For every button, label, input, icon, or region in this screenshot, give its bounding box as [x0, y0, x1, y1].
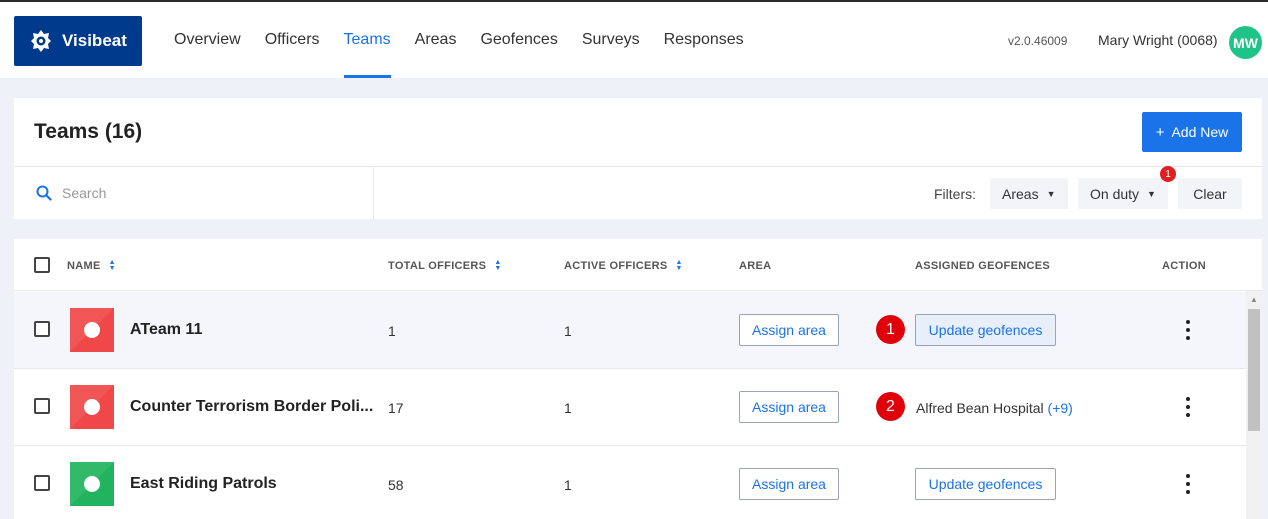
- total-officers: 17: [388, 400, 404, 416]
- on-duty-filter-dropdown[interactable]: On duty ▼: [1078, 178, 1168, 209]
- column-total-header[interactable]: TOTAL OFFICERS ▲ ▼: [388, 259, 502, 272]
- team-name[interactable]: ATeam 11: [130, 321, 202, 339]
- nav-geofences[interactable]: Geofences: [468, 2, 569, 78]
- row-checkbox[interactable]: [34, 398, 50, 414]
- team-marker-icon: [70, 308, 114, 352]
- column-action-header: ACTION: [1162, 260, 1206, 272]
- more-actions-icon[interactable]: [1184, 320, 1192, 340]
- areas-filter-label: Areas: [1002, 185, 1039, 202]
- app-name: Visibeat: [62, 31, 127, 50]
- team-color-icon: [70, 462, 114, 506]
- annotation-marker: 2: [876, 392, 905, 421]
- more-geofences-link[interactable]: (+9): [1048, 400, 1073, 416]
- more-actions-icon[interactable]: [1184, 474, 1192, 494]
- team-name[interactable]: East Riding Patrols: [130, 475, 277, 493]
- search-placeholder: Search: [62, 185, 107, 201]
- on-duty-filter-label: On duty: [1090, 185, 1140, 202]
- search-input[interactable]: Search: [14, 167, 374, 219]
- app-version: v2.0.46009: [1008, 34, 1068, 48]
- update-geofences-button[interactable]: Update geofences: [915, 314, 1056, 346]
- team-name[interactable]: Counter Terrorism Border Poli...: [130, 398, 373, 416]
- nav-surveys[interactable]: Surveys: [570, 2, 652, 78]
- search-icon: [36, 185, 52, 201]
- nav-responses[interactable]: Responses: [652, 2, 756, 78]
- annotation-marker: 1: [876, 315, 905, 344]
- table-row[interactable]: East Riding Patrols 58 1 Assign area Upd…: [14, 446, 1246, 519]
- nav-teams[interactable]: Teams: [332, 2, 403, 78]
- update-geofences-button[interactable]: Update geofences: [915, 468, 1056, 500]
- active-officers: 1: [564, 477, 572, 493]
- areas-filter-dropdown[interactable]: Areas ▼: [990, 178, 1068, 209]
- assigned-geofences: Alfred Bean Hospital (+9): [916, 400, 1073, 416]
- team-color-icon: [70, 385, 114, 429]
- row-checkbox[interactable]: [34, 321, 50, 337]
- police-badge-icon: [31, 30, 51, 52]
- column-active-label: ACTIVE OFFICERS: [564, 260, 668, 272]
- filter-count-badge: 1: [1160, 166, 1176, 182]
- scroll-up-arrow-icon[interactable]: ▲: [1250, 295, 1258, 304]
- geofence-name: Alfred Bean Hospital: [916, 400, 1044, 416]
- table-header: NAME ▲ ▼ TOTAL OFFICERS ▲ ▼ ACTIVE OFFICER…: [14, 239, 1262, 291]
- total-officers: 1: [388, 323, 396, 339]
- table-row[interactable]: ATeam 11 1 1 Assign area 1 Update geofen…: [14, 292, 1246, 369]
- table-row[interactable]: Counter Terrorism Border Poli... 17 1 As…: [14, 369, 1246, 446]
- sort-icon: ▲ ▼: [108, 259, 116, 272]
- caret-down-icon: ▼: [1046, 188, 1056, 199]
- sort-icon: ▲ ▼: [675, 259, 683, 272]
- team-color-icon: [70, 308, 114, 352]
- clear-filters-button[interactable]: Clear: [1178, 178, 1242, 209]
- add-new-button[interactable]: + Add New: [1142, 112, 1242, 152]
- user-name[interactable]: Mary Wright (0068): [1098, 32, 1218, 48]
- more-actions-icon[interactable]: [1184, 397, 1192, 417]
- row-checkbox[interactable]: [34, 475, 50, 491]
- scrollbar-thumb[interactable]: [1248, 309, 1260, 431]
- team-marker-icon: [70, 385, 114, 429]
- vertical-scrollbar[interactable]: ▲: [1246, 291, 1262, 519]
- column-name-header[interactable]: NAME ▲ ▼: [67, 259, 116, 272]
- select-all-checkbox[interactable]: [34, 257, 50, 273]
- add-new-label: Add New: [1171, 124, 1229, 140]
- column-geofences-header: ASSIGNED GEOFENCES: [915, 260, 1050, 272]
- plus-icon: +: [1155, 123, 1165, 141]
- total-officers: 58: [388, 477, 404, 493]
- active-officers: 1: [564, 400, 572, 416]
- teams-header-panel: Teams (16) + Add New Search Filters: Are…: [14, 98, 1262, 219]
- column-total-label: TOTAL OFFICERS: [388, 260, 487, 272]
- teams-table: NAME ▲ ▼ TOTAL OFFICERS ▲ ▼ ACTIVE OFFICER…: [14, 239, 1262, 519]
- active-officers: 1: [564, 323, 572, 339]
- sort-icon: ▲ ▼: [494, 259, 502, 272]
- assign-area-button[interactable]: Assign area: [739, 314, 839, 346]
- assign-area-button[interactable]: Assign area: [739, 391, 839, 423]
- column-name-label: NAME: [67, 260, 101, 272]
- team-marker-icon: [70, 462, 114, 506]
- assign-area-button[interactable]: Assign area: [739, 468, 839, 500]
- top-bar: Visibeat Overview Officers Teams Areas G…: [0, 0, 1268, 78]
- avatar[interactable]: MW: [1229, 26, 1262, 59]
- nav-areas[interactable]: Areas: [403, 2, 469, 78]
- column-area-header: AREA: [739, 260, 772, 272]
- column-active-header[interactable]: ACTIVE OFFICERS ▲ ▼: [564, 259, 683, 272]
- nav-overview[interactable]: Overview: [162, 2, 253, 78]
- caret-down-icon: ▼: [1147, 188, 1156, 199]
- app-logo[interactable]: Visibeat: [14, 16, 142, 66]
- nav-officers[interactable]: Officers: [253, 2, 332, 78]
- page-title: Teams (16): [34, 120, 143, 143]
- filters-label: Filters:: [934, 186, 976, 202]
- main-nav: Overview Officers Teams Areas Geofences …: [162, 2, 756, 78]
